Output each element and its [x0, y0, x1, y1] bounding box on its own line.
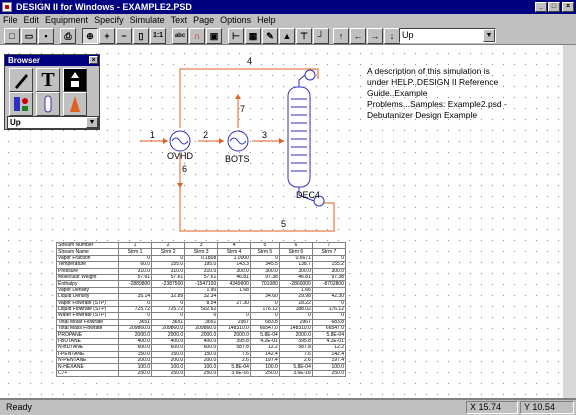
page-icon[interactable]: ▯ [133, 28, 149, 44]
stream-label-1: 1 [150, 130, 155, 140]
value-cell: 250.0 [249, 369, 280, 378]
value-cell: 3.6E-16 [217, 369, 251, 378]
condenser-icon [304, 69, 316, 81]
menu-simulate[interactable]: Simulate [127, 14, 168, 27]
value-cell: 250.0 [184, 369, 219, 378]
table-row: Total Mass Flowrate 209860.0 209860.0 20986… [56, 325, 347, 333]
column-tool-icon[interactable] [36, 92, 60, 116]
window-title: DESIGN II for Windows - EXAMPLE2.PSD [16, 2, 192, 12]
browser-titlebar: Browser × [5, 55, 99, 66]
arrow-right-icon[interactable]: → [367, 28, 383, 44]
menu-equipment[interactable]: Equipment [42, 14, 91, 27]
open-file-icon[interactable]: ▭ [21, 28, 37, 44]
menu-file[interactable]: File [0, 14, 21, 27]
menu-page[interactable]: Page [190, 14, 217, 27]
vertical-scrollbar[interactable] [563, 45, 576, 398]
browser-close-icon[interactable]: × [89, 56, 98, 64]
save-icon[interactable]: ▪ [38, 28, 54, 44]
new-file-icon[interactable]: □ [4, 28, 20, 44]
menu-edit[interactable]: Edit [21, 14, 43, 27]
simulation-description: A description of this simulation is unde… [367, 66, 507, 120]
line-tool-icon[interactable]: ┘ [313, 28, 329, 44]
equipment-label-bots: BOTS [225, 154, 250, 164]
equipment-number-6: 6 [182, 164, 187, 174]
arrow-left-icon[interactable]: ← [350, 28, 366, 44]
column-dec4-icon [287, 86, 311, 188]
minimize-button[interactable]: _ [535, 2, 547, 12]
actual-size-icon[interactable]: 1:1 [150, 28, 166, 44]
zoom-in-icon[interactable]: + [99, 28, 115, 44]
zoom-region-icon[interactable]: ⊕ [82, 28, 98, 44]
app-icon [2, 2, 12, 12]
fill-icon[interactable]: ▲ [279, 28, 295, 44]
magnet-icon[interactable]: ∩ [189, 28, 205, 44]
view-combo-value: Up [402, 30, 414, 40]
menu-help[interactable]: Help [254, 14, 279, 27]
equipment-label-dec4: DEC4 [296, 190, 320, 200]
browser-title: Browser [8, 56, 41, 65]
pencil-icon[interactable]: ✎ [262, 28, 278, 44]
table-row: Liquid Flowrate (STP) 725.72 725.72 502.62 1… [56, 305, 347, 314]
stream-label-4: 4 [247, 56, 252, 66]
stream-label-2: 2 [203, 130, 208, 140]
shapes-tool-icon[interactable] [63, 68, 87, 92]
arrow-down-icon[interactable]: ↓ [384, 28, 400, 44]
chevron-down-icon[interactable]: ▼ [483, 29, 495, 42]
status-text: Ready [6, 402, 33, 412]
status-x-coordinate: X 15.74 [466, 401, 518, 414]
arrow-up-icon[interactable]: ↑ [333, 28, 349, 44]
equipment-number-7: 7 [240, 104, 245, 114]
value-cell: 250.0 [311, 369, 347, 378]
menu-text[interactable]: Text [168, 14, 191, 27]
pencil-tool-icon[interactable] [9, 68, 33, 92]
menu-specify[interactable]: Specify [91, 14, 127, 27]
title-bar: DESIGN II for Windows - EXAMPLE2.PSD _ □… [0, 0, 576, 14]
table-row: C7+ 250.0 250.0 250.0 3.6E-16 250.0 3.6E-16 250… [56, 369, 347, 378]
cone-tool-icon[interactable] [63, 92, 87, 116]
stream-label-3: 3 [262, 130, 267, 140]
menu-options[interactable]: Options [217, 14, 254, 27]
view-combo[interactable]: Up ▼ [399, 28, 496, 43]
status-y-coordinate: Y 10.54 [520, 401, 574, 414]
stream-table: Stream Number 1 2 3 4 5 6 7 Stream Name Strm 1 Str… [56, 241, 347, 378]
browser-chevron-down-icon[interactable]: ▼ [86, 117, 98, 128]
monitor-icon[interactable]: ▣ [206, 28, 222, 44]
status-bar: Ready X 15.74 Y 10.54 [0, 400, 576, 415]
browser-select-value: Up [10, 118, 21, 127]
close-button[interactable]: × [562, 2, 574, 12]
connector-icon[interactable]: ⊢ [228, 28, 244, 44]
table-icon[interactable]: ▦ [245, 28, 261, 44]
browser-select[interactable]: Up ▼ [7, 116, 99, 129]
spell-icon[interactable]: abc [172, 28, 188, 44]
stream-label-5: 5 [281, 219, 286, 229]
equipment-tool-icon[interactable] [9, 92, 33, 116]
value-cell: 3.6E-16 [278, 369, 313, 378]
stream-tool-icon[interactable]: ⊤ [296, 28, 312, 44]
maximize-button[interactable]: □ [548, 2, 560, 12]
menu-bar: File Edit Equipment Specify Simulate Text Page… [0, 14, 576, 27]
zoom-out-icon[interactable]: − [116, 28, 132, 44]
print-icon[interactable]: ⎙ [60, 28, 76, 44]
equipment-label-ovhd: OVHD [167, 151, 194, 161]
browser-palette: Browser × T Up ▼ [4, 54, 100, 130]
value-cell: 250.0 [151, 369, 186, 378]
value-cell: 250.0 [117, 369, 153, 378]
row-label-cell: C7+ [56, 369, 119, 378]
text-tool-icon[interactable]: T [36, 68, 60, 92]
